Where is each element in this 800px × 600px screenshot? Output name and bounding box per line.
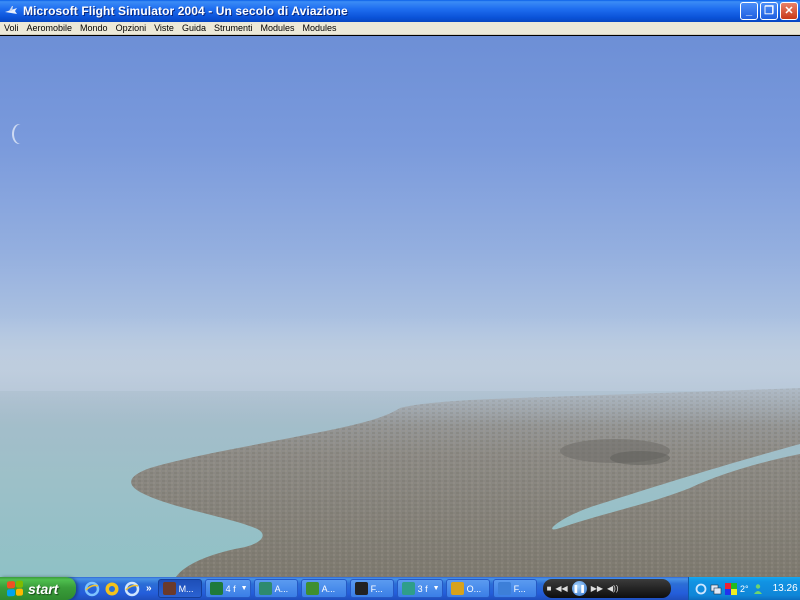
- clock[interactable]: 13.26: [773, 583, 798, 594]
- frog-icon: [305, 582, 319, 595]
- msn-icon: [401, 582, 415, 595]
- task-f-2[interactable]: F...: [492, 579, 537, 598]
- task-group-msn[interactable]: 3 f ▼: [396, 579, 443, 598]
- next-icon[interactable]: ▶▶: [591, 584, 603, 593]
- menu-strumenti[interactable]: Strumenti: [210, 22, 257, 35]
- menu-guida[interactable]: Guida: [178, 22, 210, 35]
- menu-modules-1[interactable]: Modules: [257, 22, 299, 35]
- task-a-2[interactable]: A...: [300, 579, 347, 598]
- chevron-down-icon: ▼: [240, 585, 248, 592]
- browser-icon[interactable]: [104, 581, 120, 597]
- menu-bar: Voli Aeromobile Mondo Opzioni Viste Guid…: [0, 22, 800, 35]
- taskbar: start » M... 4 f ▼ A... A... F... 3 f ▼ …: [0, 577, 800, 600]
- close-button[interactable]: ✕: [780, 2, 798, 20]
- flight-simulator-icon: [4, 4, 18, 18]
- menu-opzioni[interactable]: Opzioni: [112, 22, 151, 35]
- stop-icon[interactable]: ■: [547, 584, 552, 593]
- plane-icon: [162, 582, 176, 595]
- moon: [14, 124, 28, 144]
- pause-icon[interactable]: ❚❚: [571, 581, 587, 596]
- task-flight-simulator[interactable]: M...: [157, 579, 202, 598]
- scenery: [0, 316, 800, 577]
- task-o[interactable]: O...: [445, 579, 490, 598]
- task-group-excel[interactable]: 4 f ▼: [204, 579, 251, 598]
- menu-voli[interactable]: Voli: [0, 22, 23, 35]
- start-label: start: [28, 580, 59, 597]
- restore-button[interactable]: ❐: [760, 2, 778, 20]
- media-player-toolbar: ■ ◀◀ ❚❚ ▶▶ ◀)): [542, 579, 671, 598]
- ie-icon: [497, 582, 511, 595]
- minimize-button[interactable]: _: [740, 2, 758, 20]
- window-title: Microsoft Flight Simulator 2004 - Un sec…: [23, 4, 348, 18]
- start-button[interactable]: start: [0, 577, 76, 600]
- temperature-readout[interactable]: 2°: [740, 584, 749, 594]
- app-icon: [258, 582, 272, 595]
- ie-icon[interactable]: [124, 581, 140, 597]
- task-a-1[interactable]: A...: [253, 579, 298, 598]
- flight-view[interactable]: [0, 36, 800, 577]
- color-grid-icon[interactable]: [725, 582, 737, 595]
- windows-logo-icon: [7, 580, 23, 597]
- ie-tray-icon[interactable]: [695, 583, 707, 595]
- quick-launch-more[interactable]: »: [146, 583, 152, 594]
- previous-icon[interactable]: ◀◀: [555, 584, 567, 593]
- network-icon[interactable]: [710, 583, 722, 595]
- task-buttons: M... 4 f ▼ A... A... F... 3 f ▼ O... F..…: [157, 579, 537, 598]
- messenger-icon[interactable]: [752, 583, 764, 595]
- window-titlebar[interactable]: Microsoft Flight Simulator 2004 - Un sec…: [0, 0, 800, 22]
- menu-mondo[interactable]: Mondo: [76, 22, 112, 35]
- volume-icon[interactable]: ◀)): [607, 584, 618, 593]
- quick-launch: »: [84, 581, 152, 597]
- browser-icon: [450, 582, 464, 595]
- menu-viste[interactable]: Viste: [150, 22, 178, 35]
- terminal-icon: [354, 582, 368, 595]
- excel-icon: [209, 582, 223, 595]
- menu-aeromobile[interactable]: Aeromobile: [23, 22, 77, 35]
- ie-icon[interactable]: [84, 581, 100, 597]
- system-tray: 2° 13.26: [688, 577, 800, 600]
- task-f-1[interactable]: F...: [349, 579, 394, 598]
- menu-modules-2[interactable]: Modules: [299, 22, 341, 35]
- chevron-down-icon: ▼: [432, 585, 440, 592]
